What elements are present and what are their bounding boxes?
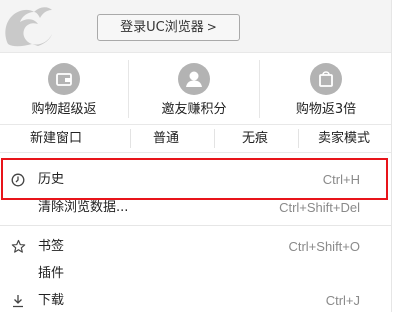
divider (128, 60, 129, 118)
menu-item-plugins[interactable]: 插件 (0, 260, 391, 287)
user-icon (178, 63, 210, 95)
shortcut-label: 购物超级返 (31, 102, 97, 117)
login-button[interactable]: 登录UC浏览器 > (97, 14, 240, 41)
menu-item-label: 下载 (38, 293, 65, 308)
divider (259, 60, 260, 118)
menu-header: 登录UC浏览器 > (0, 0, 391, 52)
new-normal-window-button[interactable]: 普通 (131, 125, 201, 152)
shortcut-shopping-3x[interactable]: 购物返3倍 (260, 53, 391, 123)
seller-mode-button[interactable]: 卖家模式 (299, 125, 389, 152)
shortcut-shopping-rebate[interactable]: 购物超级返 (0, 53, 128, 123)
menu-item-shortcut: Ctrl+H (322, 172, 360, 187)
new-incognito-window-button[interactable]: 无痕 (215, 125, 295, 152)
uc-logo-icon (0, 0, 58, 52)
menu-item-bookmarks[interactable]: 书签 Ctrl+Shift+O (0, 233, 391, 260)
shopping-bag-icon (310, 63, 342, 95)
menu-item-label: 清除浏览数据... (38, 200, 129, 215)
shortcut-label: 购物返3倍 (295, 102, 357, 117)
download-icon (9, 287, 27, 312)
shortcut-bar: 购物超级返 邀友赚积分 购物返3倍 (0, 52, 391, 123)
wallet-icon (48, 63, 80, 95)
menu-item-history[interactable]: 历史 Ctrl+H (0, 166, 391, 193)
shortcut-invite-friends[interactable]: 邀友赚积分 (129, 53, 259, 123)
menu-item-downloads[interactable]: 下载 Ctrl+J (0, 287, 391, 312)
menu-item-label: 插件 (38, 266, 65, 281)
browser-main-menu: 登录UC浏览器 > 购物超级返 邀友赚积分 购物返3倍 新建窗口 普通 无痕 卖… (0, 0, 392, 312)
menu-item-shortcut: Ctrl+Shift+O (288, 239, 360, 254)
login-button-label: 登录UC浏览器 (120, 20, 204, 35)
menu-item-label: 书签 (38, 239, 65, 254)
menu-item-shortcut: Ctrl+Shift+Del (279, 200, 360, 215)
divider (0, 225, 391, 226)
menu-item-clear-data[interactable]: 清除浏览数据... Ctrl+Shift+Del (0, 194, 391, 221)
window-row: 新建窗口 普通 无痕 卖家模式 (0, 124, 391, 153)
chevron-right-icon: > (206, 20, 217, 34)
shortcut-label: 邀友赚积分 (161, 102, 227, 117)
clock-icon (9, 166, 27, 193)
star-icon (9, 233, 27, 260)
menu-item-label: 历史 (38, 172, 65, 187)
menu-item-shortcut: Ctrl+J (325, 293, 360, 308)
new-window-label: 新建窗口 (30, 131, 83, 146)
